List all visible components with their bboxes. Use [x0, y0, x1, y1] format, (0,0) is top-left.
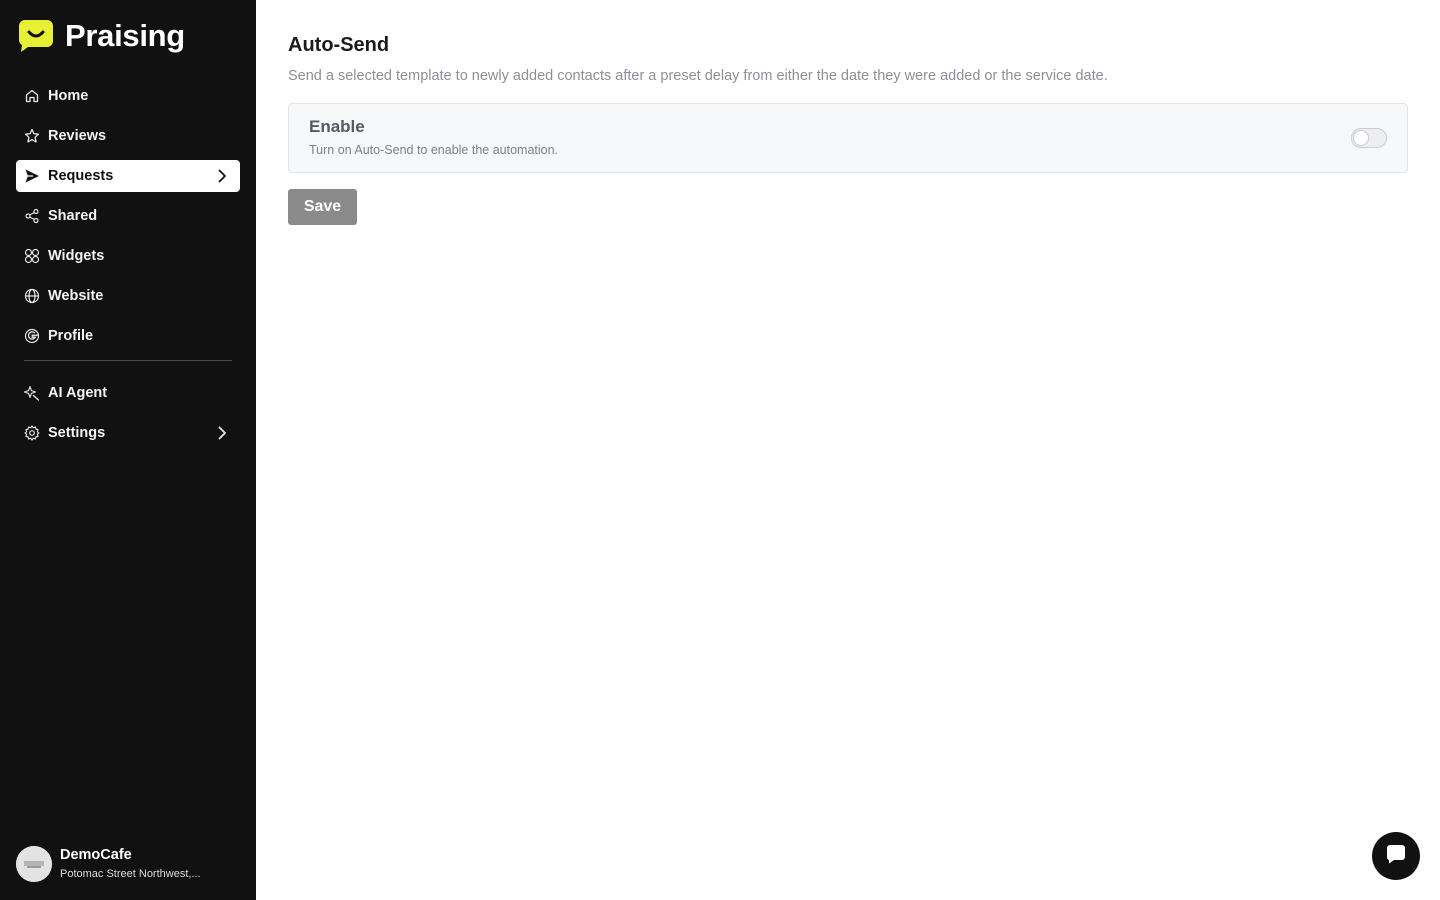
sidebar-item-label: Requests: [48, 168, 114, 184]
sidebar-item-home[interactable]: Home: [16, 80, 240, 112]
page-description: Send a selected template to newly added …: [288, 68, 1108, 84]
sidebar: Praising Home Reviews Requests Shared Wi…: [0, 0, 256, 900]
chat-icon: [1385, 843, 1407, 870]
sidebar-item-requests[interactable]: Requests: [16, 160, 240, 192]
sidebar-item-label: Profile: [48, 328, 94, 344]
brand-name: Praising: [65, 18, 185, 53]
sparkle-icon: [24, 385, 40, 401]
sidebar-item-label: Widgets: [48, 248, 105, 264]
enable-toggle[interactable]: [1351, 128, 1387, 148]
star-icon: [24, 128, 40, 144]
sidebar-item-label: AI Agent: [48, 385, 108, 401]
enable-title: Enable: [309, 117, 365, 136]
share-icon: [24, 208, 40, 224]
save-button[interactable]: Save: [288, 189, 357, 225]
sidebar-divider: [24, 360, 232, 361]
widgets-icon: [24, 248, 40, 264]
sidebar-item-website[interactable]: Website: [16, 280, 240, 312]
enable-subtitle: Turn on Auto-Send to enable the automati…: [309, 143, 559, 157]
sidebar-item-shared[interactable]: Shared: [16, 200, 240, 232]
sidebar-item-label: Home: [48, 88, 89, 104]
home-icon: [24, 88, 40, 104]
chat-launcher-button[interactable]: [1372, 832, 1420, 880]
sidebar-item-settings[interactable]: Settings: [16, 417, 240, 449]
globe-icon: [24, 288, 40, 304]
account-address: Potomac Street Northwest,...: [60, 868, 201, 880]
account-name: DemoCafe: [60, 847, 132, 863]
google-icon: [24, 328, 40, 344]
sidebar-nav: Home Reviews Requests Shared Widgets Web…: [16, 80, 240, 457]
chevron-right-icon: [214, 168, 230, 184]
sidebar-item-widgets[interactable]: Widgets: [16, 240, 240, 272]
chevron-right-icon: [214, 425, 230, 441]
praising-logo-icon: [18, 19, 54, 53]
gear-icon: [24, 425, 40, 441]
sidebar-item-profile[interactable]: Profile: [16, 320, 240, 352]
enable-card: Enable Turn on Auto-Send to enable the a…: [288, 103, 1408, 173]
sidebar-item-label: Settings: [48, 425, 106, 441]
sidebar-item-ai-agent[interactable]: AI Agent: [16, 377, 240, 409]
toggle-knob: [1353, 130, 1369, 146]
sidebar-item-label: Shared: [48, 208, 98, 224]
page-title: Auto-Send: [288, 34, 390, 56]
sidebar-item-label: Website: [48, 288, 104, 304]
avatar: [16, 846, 52, 882]
sidebar-item-label: Reviews: [48, 128, 107, 144]
sidebar-item-reviews[interactable]: Reviews: [16, 120, 240, 152]
logo[interactable]: Praising: [18, 19, 185, 53]
account-switcher[interactable]: DemoCafe Potomac Street Northwest,...: [16, 845, 240, 883]
send-icon: [24, 168, 40, 184]
